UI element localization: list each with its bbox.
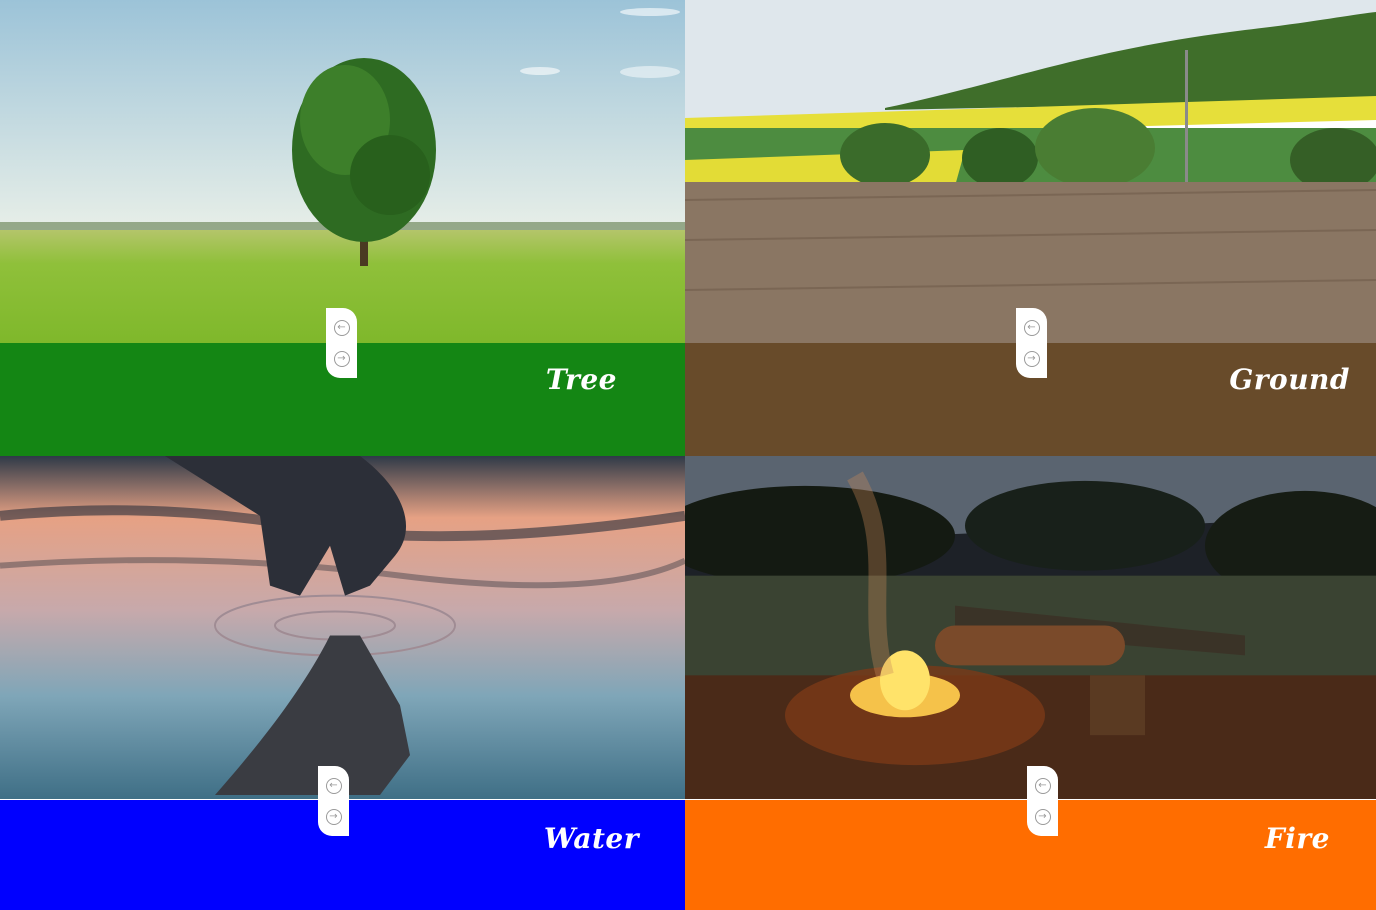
card-ground: Ground ← → — [685, 0, 1376, 456]
water-photo — [0, 456, 685, 799]
ground-photo — [685, 0, 1376, 343]
card-water: Water ← → — [0, 456, 685, 910]
element-card-grid: Tree ← → Ground ← → Water ← → Fire ← → — [0, 0, 1376, 910]
card-title: Fire — [1264, 822, 1330, 855]
card-tree: Tree ← → — [0, 0, 685, 456]
arrow-right-circle-icon[interactable]: → — [1023, 350, 1040, 367]
arrow-left-circle-icon[interactable]: ← — [1034, 777, 1051, 794]
arrow-right-circle-icon[interactable]: → — [333, 350, 350, 367]
card-nav: ← → — [1027, 766, 1058, 836]
arrow-left-circle-icon[interactable]: ← — [1023, 319, 1040, 336]
arrow-right-circle-icon[interactable]: → — [325, 808, 342, 825]
fire-photo — [685, 456, 1376, 799]
card-nav: ← → — [1016, 308, 1047, 378]
tree-photo — [0, 0, 685, 343]
card-fire: Fire ← → — [685, 456, 1376, 910]
card-title: Ground — [1229, 363, 1350, 396]
card-title: Tree — [545, 363, 617, 396]
card-nav: ← → — [318, 766, 349, 836]
arrow-right-circle-icon[interactable]: → — [1034, 808, 1051, 825]
card-title: Water — [543, 822, 639, 855]
arrow-left-circle-icon[interactable]: ← — [325, 777, 342, 794]
arrow-left-circle-icon[interactable]: ← — [333, 319, 350, 336]
card-nav: ← → — [326, 308, 357, 378]
